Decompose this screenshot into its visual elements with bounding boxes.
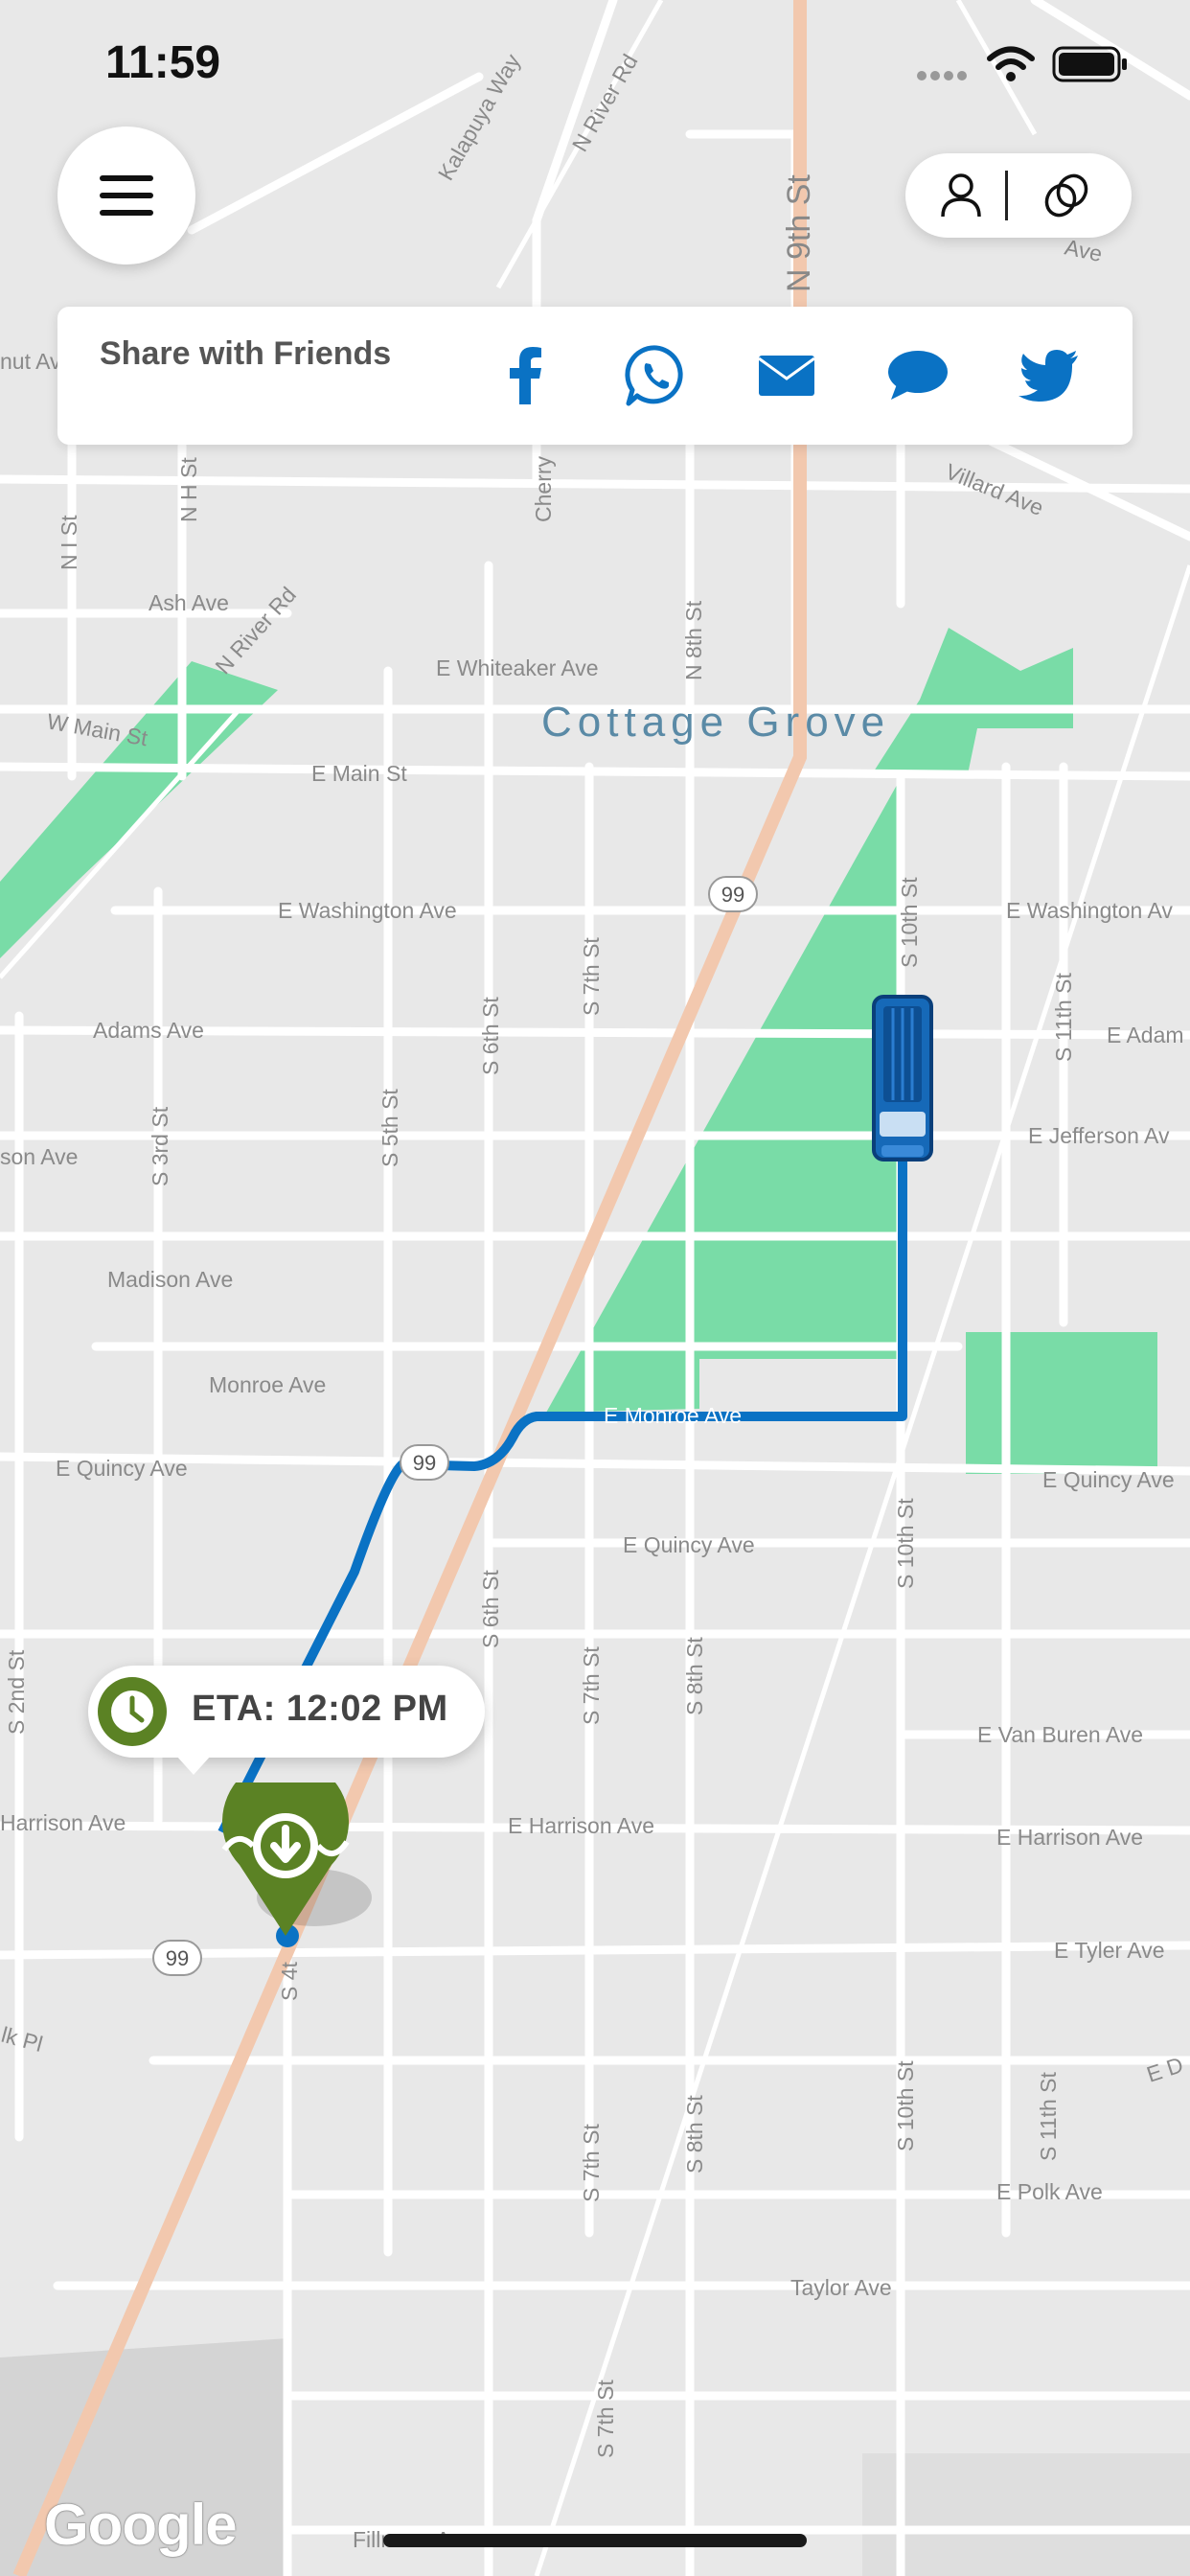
eta-bubble-tail <box>176 1756 211 1775</box>
share-card: Share with Friends <box>57 307 1133 445</box>
menu-button[interactable] <box>57 126 195 264</box>
eta-bubble: ETA: 12:02 PM <box>88 1666 485 1758</box>
facebook-icon <box>510 347 541 404</box>
share-email-button[interactable] <box>744 337 830 414</box>
status-time: 11:59 <box>105 37 221 88</box>
dropoff-pin-icon[interactable] <box>218 1758 381 1974</box>
email-icon <box>759 356 814 396</box>
bus-icon[interactable] <box>872 995 933 1162</box>
battery-icon <box>1052 46 1127 82</box>
signal-icon <box>917 71 967 80</box>
account-toolbar <box>905 153 1132 238</box>
twitter-icon <box>1018 350 1078 402</box>
google-attribution: Google <box>44 2493 238 2557</box>
eta-text: ETA: 12:02 PM <box>192 1689 448 1729</box>
share-title: Share with Friends <box>100 335 392 372</box>
rings-icon <box>1044 173 1088 218</box>
share-facebook-button[interactable] <box>482 337 568 414</box>
share-whatsapp-button[interactable] <box>613 337 699 414</box>
status-bar: 11:59 <box>0 0 1190 125</box>
whatsapp-icon <box>625 345 683 406</box>
profile-button[interactable] <box>927 161 995 230</box>
toolbar-divider <box>1005 171 1008 220</box>
message-icon <box>888 351 948 400</box>
rings-button[interactable] <box>1032 161 1101 230</box>
user-icon <box>941 173 981 218</box>
wifi-icon <box>987 46 1035 81</box>
hamburger-icon <box>100 175 153 216</box>
share-twitter-button[interactable] <box>1006 337 1092 414</box>
home-indicator[interactable] <box>383 2534 807 2547</box>
clock-icon <box>98 1677 167 1746</box>
share-message-button[interactable] <box>875 337 961 414</box>
